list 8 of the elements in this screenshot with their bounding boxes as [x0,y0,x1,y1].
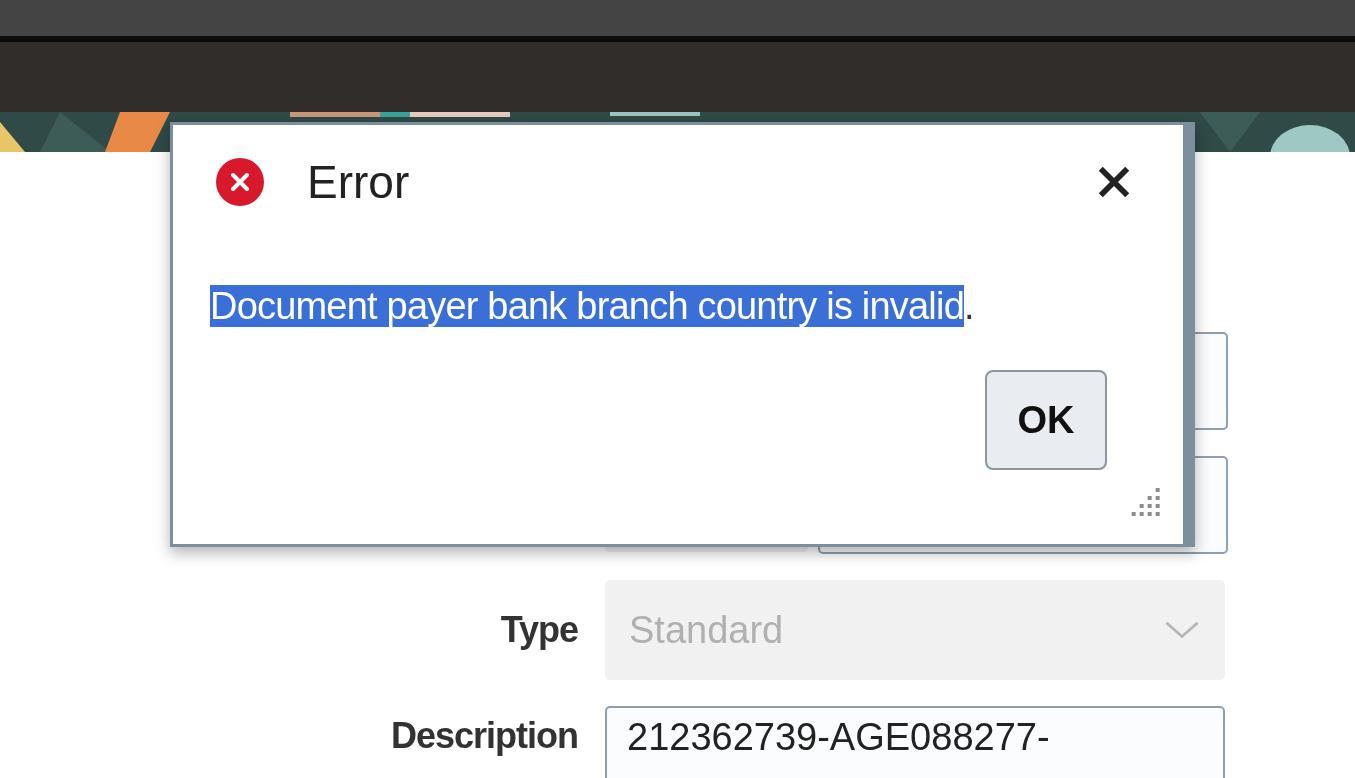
field-label: Description [389,714,578,754]
description-field[interactable]: 212362739-AGE088277- [605,706,1225,778]
ok-button[interactable]: OK [985,370,1107,470]
chevron-down-icon [1163,619,1201,641]
dialog-title: Error [307,155,411,209]
close-icon[interactable] [1097,165,1131,199]
field-label: Type [499,609,578,651]
error-icon [215,157,265,207]
